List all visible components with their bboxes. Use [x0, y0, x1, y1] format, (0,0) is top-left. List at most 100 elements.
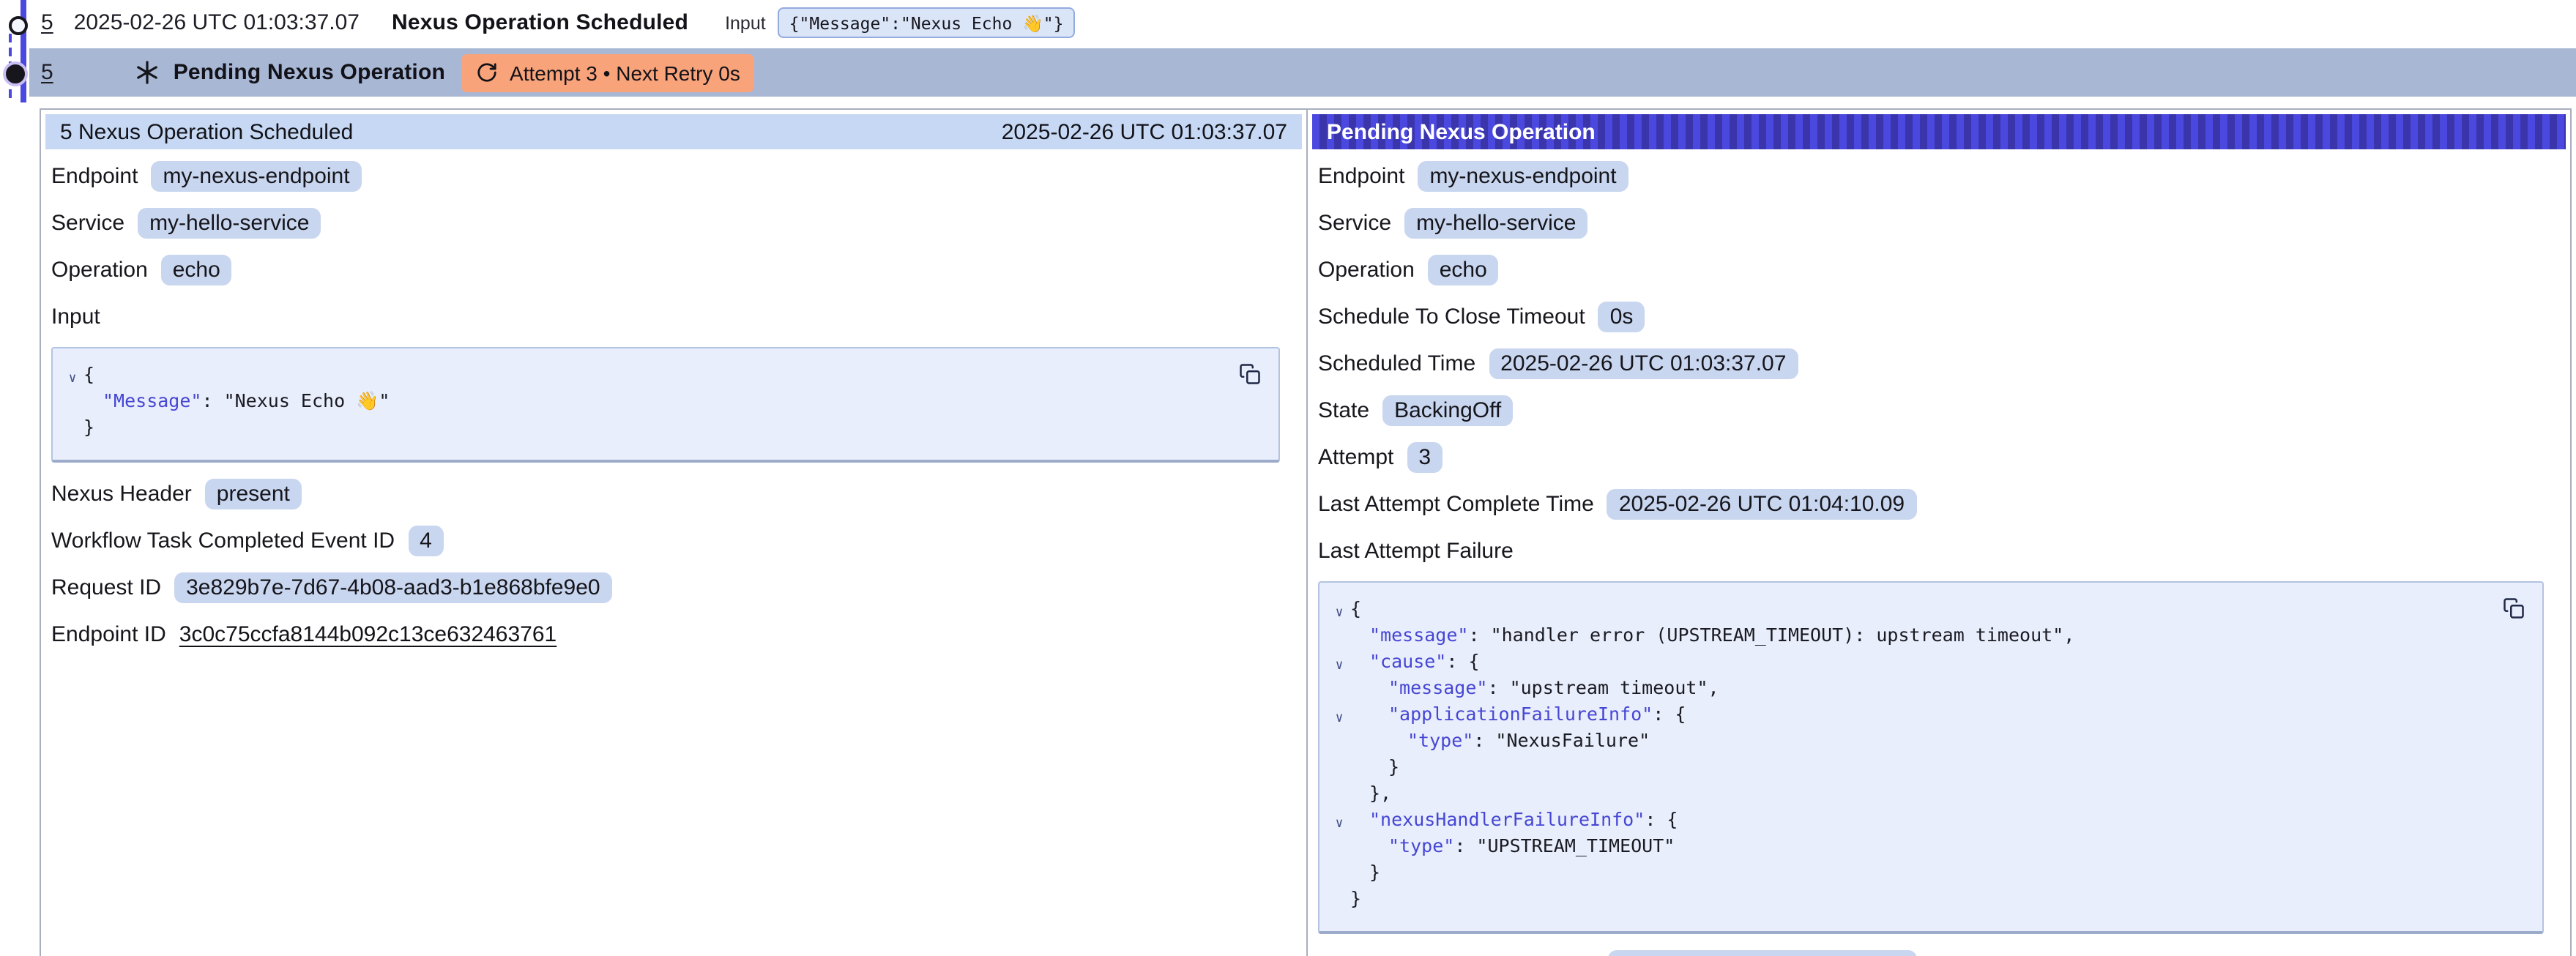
field-row-operation: Operationecho: [1318, 253, 2553, 286]
field-row-service: Servicemy-hello-service: [1318, 206, 2553, 239]
event-id-link[interactable]: 5: [41, 60, 53, 85]
event-detail-header-title: 5 Nexus Operation Scheduled: [60, 119, 353, 144]
chevron-spacer: [1328, 864, 1350, 890]
pending-operation-fields: Endpointmy-nexus-endpoint Servicemy-hello…: [1318, 160, 2553, 520]
json-key: "message": [1388, 675, 1487, 701]
event-history-view: 5 2025-02-26 UTC 01:03:37.07 Nexus Opera…: [0, 0, 2576, 956]
json-text: {: [83, 362, 94, 388]
chevron-spacer: [1328, 890, 1350, 916]
chevron-spacer: [62, 392, 83, 419]
field-row-state: State BackingOff: [1318, 394, 2553, 427]
field-row-attempt: Attempt 3: [1318, 441, 2553, 474]
json-text: }: [1350, 886, 1361, 912]
field-row-next-attempt-schedule-time: Next Attempt Schedule Time 2025-02-26 UTC…: [1318, 949, 2553, 956]
json-text: : {: [1645, 807, 1678, 833]
field-value-badge: 2025-02-26 UTC 01:04:10.09: [1607, 489, 1916, 520]
failure-json-block: ∨{"message": "handler error (UPSTREAM_TI…: [1318, 581, 2544, 934]
field-label: State: [1318, 398, 1369, 423]
code-line: }: [62, 414, 1229, 441]
field-value-badge: 2025-02-26 UTC 01:04:13.93: [1609, 950, 1918, 956]
chevron-spacer: [1328, 679, 1350, 706]
field-row-schedule-to-close-timeout: Schedule To Close Timeout 0s: [1318, 300, 2553, 333]
json-key: "applicationFailureInfo": [1388, 701, 1653, 728]
field-label: Service: [1318, 211, 1391, 236]
event-input-label: Input: [725, 12, 766, 33]
field-label: Endpoint: [1318, 164, 1404, 189]
field-value-link[interactable]: 3c0c75ccfa8144b092c13ce632463761: [179, 622, 556, 647]
chevron-spacer: [62, 419, 83, 445]
pending-operation-header: Pending Nexus Operation: [1312, 114, 2566, 149]
field-value-badge: my-hello-service: [138, 208, 321, 239]
collapse-chevron-icon[interactable]: ∨: [1328, 653, 1350, 679]
field-row-scheduled-time: Scheduled Time 2025-02-26 UTC 01:03:37.07: [1318, 347, 2553, 380]
field-row-endpoint: Endpointmy-nexus-endpoint: [51, 160, 1289, 193]
field-label: Operation: [51, 258, 148, 283]
field-label: Schedule To Close Timeout: [1318, 305, 1585, 329]
code-line: ∨"nexusHandlerFailureInfo": {: [1328, 807, 2493, 833]
event-detail-column: 5 Nexus Operation Scheduled 2025-02-26 U…: [41, 110, 1308, 956]
event-title: Nexus Operation Scheduled: [392, 10, 688, 35]
field-value-badge: 2025-02-26 UTC 01:03:37.07: [1489, 348, 1798, 379]
field-value-badge: 0s: [1598, 302, 1645, 332]
field-label: Nexus Header: [51, 482, 192, 507]
field-row-endpoint: Endpointmy-nexus-endpoint: [1318, 160, 2553, 193]
json-key: "type": [1407, 728, 1473, 754]
field-value-badge: BackingOff: [1382, 395, 1513, 426]
failure-json-code: ∨{"message": "handler error (UPSTREAM_TI…: [1328, 596, 2493, 912]
code-line: }: [1328, 754, 2493, 780]
copy-icon[interactable]: [2503, 594, 2529, 621]
json-key: "nexusHandlerFailureInfo": [1369, 807, 1645, 833]
event-id-link[interactable]: 5: [41, 10, 53, 35]
field-value-badge: 4: [408, 526, 444, 556]
collapse-chevron-icon[interactable]: ∨: [1328, 811, 1350, 837]
field-label: Attempt: [1318, 445, 1393, 470]
field-row-endpoint-id: Endpoint ID3c0c75ccfa8144b092c13ce632463…: [51, 618, 1289, 651]
input-section-label: Input: [51, 305, 100, 329]
code-line: ∨{: [62, 362, 1229, 388]
json-key: "message": [1369, 622, 1468, 649]
event-detail-header: 5 Nexus Operation Scheduled 2025-02-26 U…: [45, 114, 1302, 149]
copy-icon[interactable]: [1239, 360, 1265, 386]
event-detail-panel: 5 Nexus Operation Scheduled 2025-02-26 U…: [40, 108, 2572, 956]
timeline-event-dot-active: [5, 64, 24, 83]
event-row-scheduled[interactable]: 5 2025-02-26 UTC 01:03:37.07 Nexus Opera…: [29, 0, 2576, 45]
field-value-badge: 3: [1407, 442, 1443, 473]
code-line: "message": "handler error (UPSTREAM_TIME…: [1328, 622, 2493, 649]
json-key: "cause": [1369, 649, 1446, 675]
code-line: ∨{: [1328, 596, 2493, 622]
chevron-spacer: [1328, 837, 1350, 864]
pending-operation-fields: Next Attempt Schedule Time 2025-02-26 UTC…: [1318, 949, 2553, 956]
chevron-spacer: [1328, 758, 1350, 785]
code-line: ∨"applicationFailureInfo": {: [1328, 701, 2493, 728]
event-detail-fields: Nexus HeaderpresentWorkflow Task Complet…: [51, 477, 1289, 651]
json-text: : {: [1653, 701, 1686, 728]
json-text: }: [1388, 754, 1399, 780]
pending-asterisk-icon: [135, 60, 160, 85]
json-text: {: [1350, 596, 1361, 622]
code-line: }: [1328, 859, 2493, 886]
field-label: Next Attempt Schedule Time: [1318, 953, 1596, 956]
field-row-service: Service my-hello-service: [51, 206, 1289, 239]
field-label: Service: [51, 211, 124, 236]
retry-badge-label: Attempt 3 • Next Retry 0s: [510, 61, 740, 84]
event-detail-fields: Endpointmy-nexus-endpoint Service my-hello…: [51, 160, 1289, 286]
code-line: "type": "NexusFailure": [1328, 728, 2493, 754]
event-title: Pending Nexus Operation: [174, 60, 445, 85]
field-value-badge: my-nexus-endpoint: [151, 161, 361, 192]
input-json-block: ∨{"Message": "Nexus Echo 👋"}: [51, 347, 1280, 463]
collapse-chevron-icon[interactable]: ∨: [1328, 706, 1350, 732]
event-row-pending[interactable]: 5 Pending Nexus Operation Attempt 3 • Ne…: [29, 48, 2576, 97]
code-line: ∨"cause": {: [1328, 649, 2493, 675]
collapse-chevron-icon[interactable]: ∨: [1328, 600, 1350, 627]
code-line: }: [1328, 886, 2493, 912]
field-label: Last Attempt Complete Time: [1318, 492, 1594, 517]
json-text: : "Nexus Echo 👋": [201, 388, 390, 414]
event-input-value-chip[interactable]: {"Message":"Nexus Echo 👋"}: [778, 7, 1076, 38]
pending-operation-column: Pending Nexus Operation Endpointmy-nexus…: [1308, 110, 2570, 956]
field-row-last-attempt-complete-time: Last Attempt Complete Time 2025-02-26 UTC…: [1318, 488, 2553, 520]
collapse-chevron-icon[interactable]: ∨: [62, 366, 83, 392]
code-line: "message": "upstream timeout",: [1328, 675, 2493, 701]
timeline-event-dot-open: [9, 16, 28, 35]
field-label: Scheduled Time: [1318, 351, 1475, 376]
field-value-badge: echo: [161, 255, 232, 285]
